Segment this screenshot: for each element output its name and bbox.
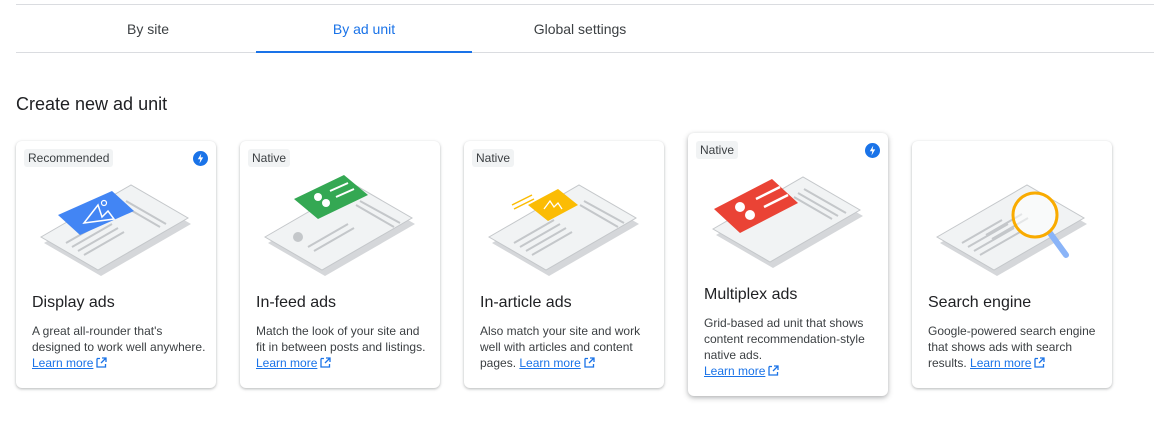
multiplex-ads-illustration [712, 176, 863, 268]
tab-by-ad-unit[interactable]: By ad unit [256, 5, 472, 53]
external-link-icon[interactable] [584, 357, 595, 368]
native-badge: Native [472, 149, 515, 167]
search-engine-illustration [936, 184, 1087, 276]
external-link-icon[interactable] [1034, 357, 1046, 368]
learn-more-link[interactable]: Learn more [519, 356, 580, 370]
tab-by-site[interactable]: By site [40, 5, 256, 52]
section-title: Create new ad unit [16, 94, 168, 114]
search-engine-card[interactable]: Search engine Google-powered search engi… [912, 141, 1112, 388]
card-title: Search engine [928, 294, 1032, 311]
native-badge: Native [248, 149, 291, 167]
learn-more-link[interactable]: Learn more [256, 356, 317, 370]
tab-bar: By site By ad unit Global settings [16, 5, 1154, 53]
card-description: Google-powered search engine that shows … [928, 324, 1096, 370]
external-link-icon[interactable] [768, 365, 780, 376]
in-article-ads-illustration [488, 184, 639, 276]
native-badge: Native [696, 141, 739, 159]
tab-global-settings[interactable]: Global settings [472, 5, 688, 52]
multiplex-ads-card[interactable]: Native Multiplex ads Grid-based ad unit … [688, 133, 888, 396]
card-title: Multiplex ads [704, 286, 798, 303]
card-description: Match the look of your site and fit in b… [256, 324, 426, 370]
recommended-badge: Recommended [24, 149, 114, 167]
learn-more-link[interactable]: Learn more [970, 356, 1031, 370]
card-description: Also match your site and work well with … [480, 324, 641, 370]
lightning-icon [193, 151, 208, 166]
in-feed-ads-card[interactable]: Native In-feed ads Match the look of you… [240, 141, 440, 388]
in-feed-ads-illustration [264, 175, 415, 276]
learn-more-link[interactable]: Learn more [32, 356, 93, 370]
external-link-icon[interactable] [320, 357, 332, 368]
in-article-ads-card[interactable]: Native In-article ads Also match your si… [464, 141, 664, 388]
display-ads-illustration [40, 184, 191, 276]
card-description: A great all-rounder that's designed to w… [32, 324, 206, 370]
card-title: Display ads [32, 294, 115, 311]
lightning-icon [865, 143, 880, 158]
card-title: In-article ads [480, 294, 572, 311]
card-title: In-feed ads [256, 294, 337, 311]
external-link-icon[interactable] [96, 357, 108, 368]
learn-more-link[interactable]: Learn more [704, 364, 765, 378]
display-ads-card[interactable]: Recommended Display ads A great all-roun… [16, 141, 216, 388]
card-description: Grid-based ad unit that shows content re… [704, 316, 865, 378]
